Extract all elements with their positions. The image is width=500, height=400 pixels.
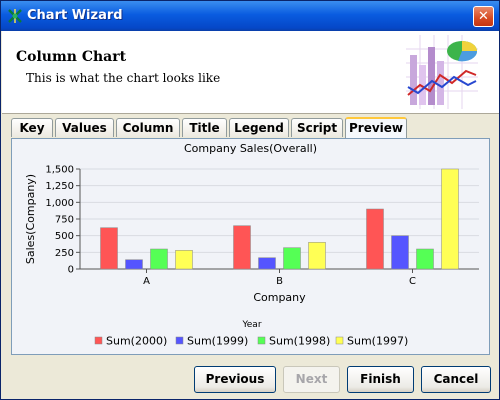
- bar: [125, 259, 143, 270]
- bar: [150, 248, 168, 270]
- legend-title: Year: [241, 320, 261, 330]
- window-title: Chart Wizard: [27, 8, 123, 23]
- x-tick-label: C: [409, 276, 416, 287]
- chart-illustration-icon: [406, 35, 478, 109]
- bar: [416, 248, 434, 270]
- legend-label: Sum(1997): [347, 335, 408, 348]
- previous-button[interactable]: Previous: [194, 366, 276, 393]
- chart-wizard-icon: [8, 9, 22, 23]
- legend-swatch: [175, 336, 184, 345]
- preview-panel: Company Sales(Overall) 0 250 500 750 1,000 1,…: [11, 138, 490, 355]
- legend-label: Sum(1999): [187, 335, 248, 348]
- tab-script[interactable]: Script: [291, 118, 343, 137]
- x-axis-label: Company: [253, 291, 306, 304]
- tab-column[interactable]: Column: [116, 118, 180, 137]
- bar: [308, 242, 326, 270]
- bar: [441, 168, 459, 270]
- bar: [283, 247, 301, 270]
- x-tick-label: B: [276, 276, 283, 287]
- y-tick-label: 0: [68, 265, 74, 276]
- y-tick-label: 1,500: [45, 165, 74, 176]
- close-icon: ✕: [478, 9, 489, 24]
- y-axis-label: Sales(Company): [24, 174, 37, 264]
- cancel-button[interactable]: Cancel: [421, 366, 491, 393]
- page-title: Column Chart: [16, 49, 127, 65]
- bar: [258, 257, 276, 270]
- bar: [233, 225, 251, 270]
- chart-wizard-window: Chart Wizard ✕ Column Chart This is what…: [0, 0, 500, 400]
- chart-svg: 0 250 500 750 1,000 1,250 1,500 A B C Company Sales…: [24, 165, 479, 348]
- y-tick-label: 1,250: [45, 181, 74, 192]
- next-button[interactable]: Next: [283, 366, 340, 393]
- legend-swatch: [94, 336, 103, 345]
- tab-preview[interactable]: Preview: [345, 117, 407, 138]
- finish-button[interactable]: Finish: [347, 366, 414, 393]
- legend-label: Sum(1998): [269, 335, 330, 348]
- x-tick-label: A: [143, 276, 150, 287]
- bar: [100, 227, 118, 270]
- legend-swatch: [257, 336, 266, 345]
- title-bar[interactable]: Chart Wizard ✕: [1, 1, 499, 31]
- tab-values[interactable]: Values: [55, 118, 114, 137]
- close-button[interactable]: ✕: [473, 6, 494, 27]
- page-subtitle: This is what the chart looks like: [26, 71, 221, 85]
- bar: [175, 250, 193, 270]
- bar: [391, 235, 409, 270]
- tab-legend[interactable]: Legend: [229, 118, 289, 137]
- tab-title[interactable]: Title: [182, 118, 227, 137]
- y-tick-label: 750: [55, 215, 74, 226]
- tab-key[interactable]: Key: [11, 118, 53, 137]
- bar: [366, 208, 384, 270]
- legend-swatch: [335, 336, 344, 345]
- y-tick-label: 500: [55, 231, 74, 242]
- y-tick-label: 1,000: [45, 198, 74, 209]
- legend-label: Sum(2000): [106, 335, 167, 348]
- y-tick-label: 250: [55, 248, 74, 259]
- wizard-header: Column Chart This is what the chart look…: [2, 31, 499, 114]
